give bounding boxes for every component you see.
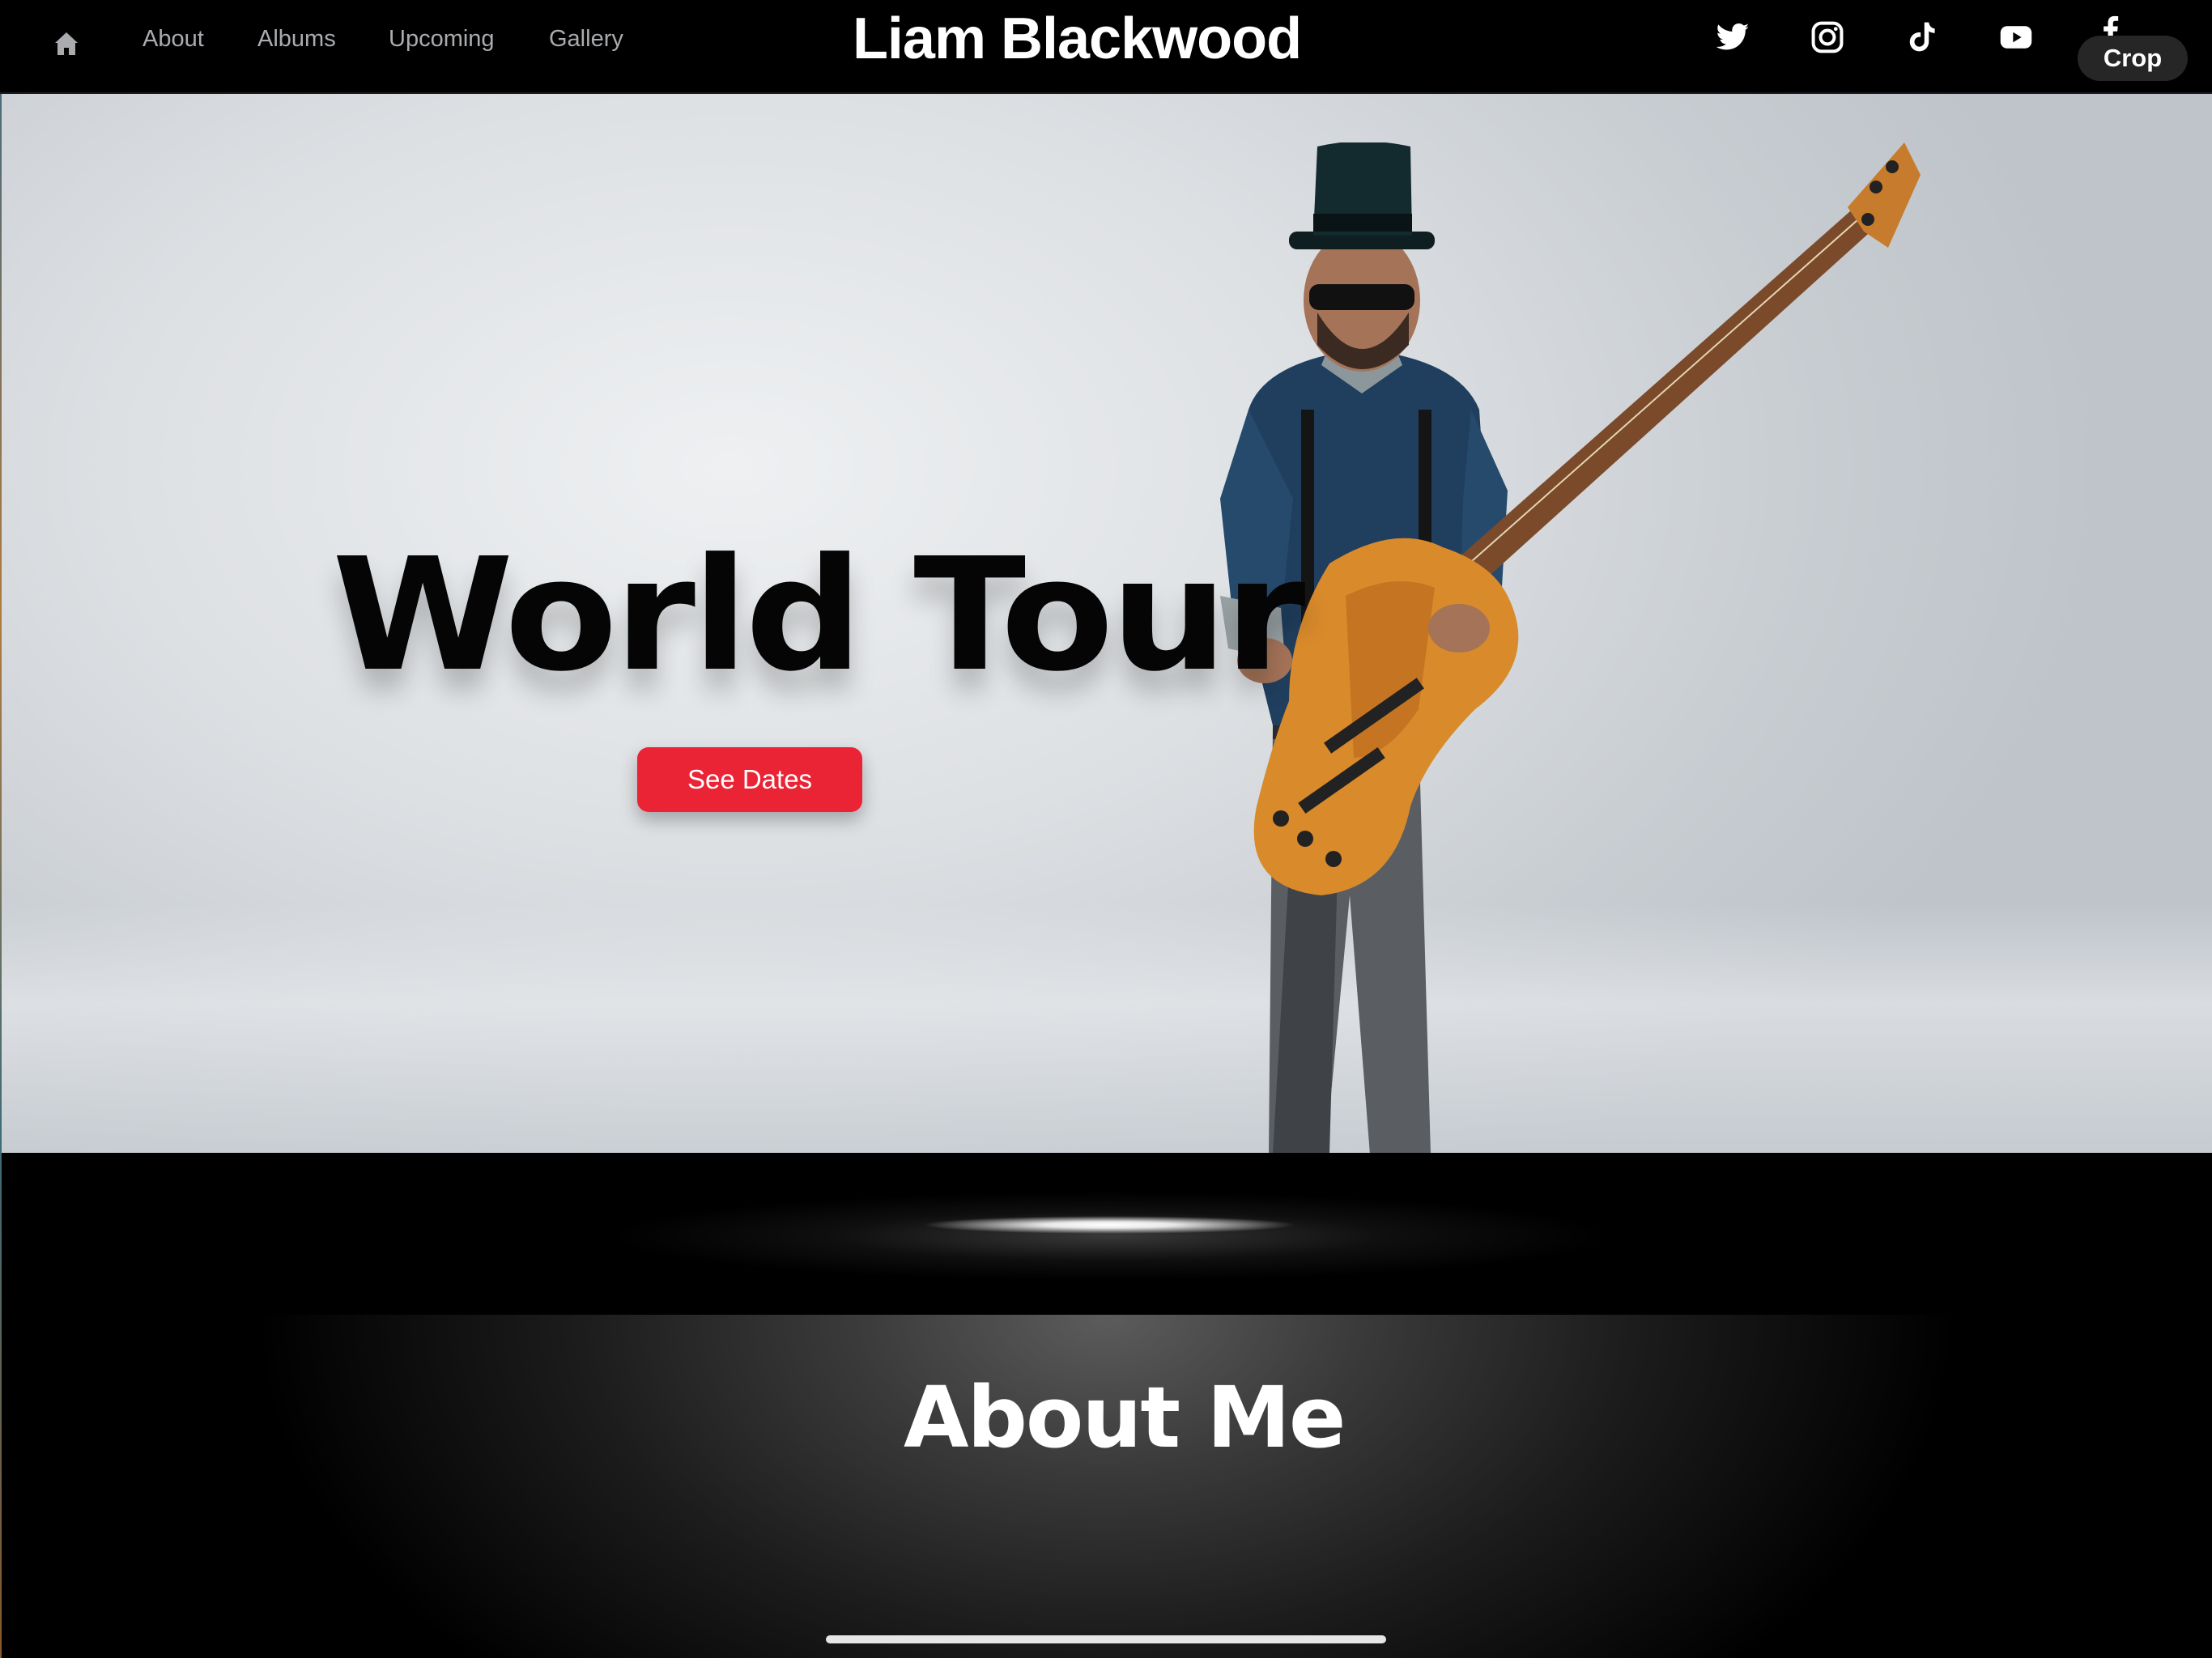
spotlight-glow [607, 1192, 1611, 1281]
nav-link-upcoming[interactable]: Upcoming [389, 24, 495, 53]
twitter-icon[interactable] [1715, 19, 1750, 55]
youtube-icon[interactable] [1998, 19, 2034, 55]
site-brand-title[interactable]: Liam Blackwood [729, 3, 1425, 74]
hero-title: World Tour [332, 525, 1305, 706]
about-section: About Me [0, 1153, 2212, 1658]
nav-link-albums[interactable]: Albums [257, 24, 336, 53]
tiktok-icon[interactable] [1904, 19, 1940, 55]
instagram-icon[interactable] [1810, 19, 1845, 55]
top-nav-bar: About Albums Upcoming Gallery Liam Black… [0, 0, 2212, 94]
spotlight-lamp [923, 1216, 1295, 1234]
nav-link-about[interactable]: About [143, 24, 204, 53]
crop-button[interactable]: Crop [2078, 36, 2188, 81]
window-left-edge [0, 94, 2, 1658]
home-indicator-bar[interactable] [826, 1635, 1386, 1643]
nav-link-gallery[interactable]: Gallery [549, 24, 623, 53]
about-title: About Me [904, 1368, 1346, 1467]
see-dates-button[interactable]: See Dates [637, 747, 862, 812]
home-icon[interactable] [50, 28, 83, 60]
hero-section: World Tour See Dates [2, 94, 2212, 1153]
